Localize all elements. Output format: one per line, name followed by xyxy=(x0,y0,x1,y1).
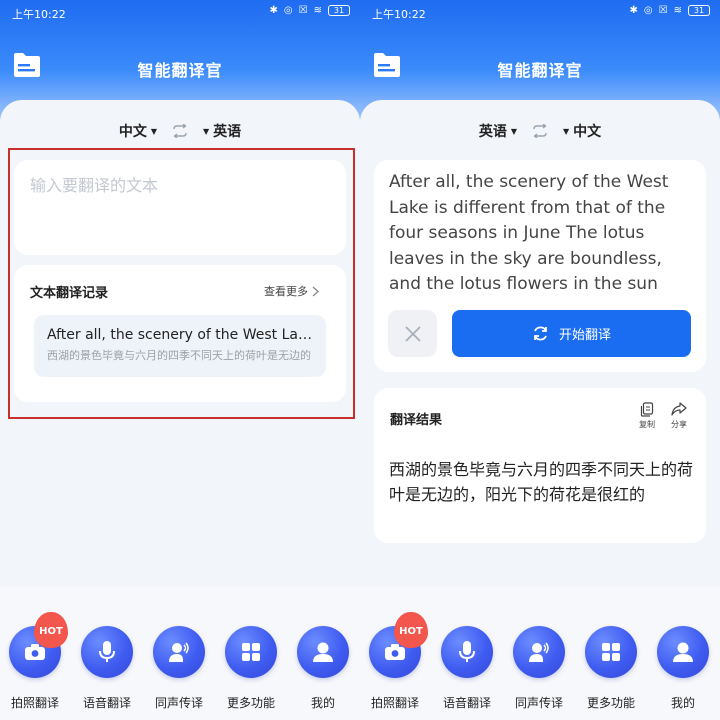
nav-label: 拍照翻译 xyxy=(10,696,59,710)
hot-badge-label: HOT xyxy=(399,626,423,637)
nav-profile[interactable]: 我的 xyxy=(654,626,712,711)
status-icons: ✱ ◎ ☒ ≋ 31 xyxy=(630,5,710,16)
refresh-icon xyxy=(534,326,547,341)
target-language-label: 中文 xyxy=(573,124,602,140)
nav-label: 同声传译 xyxy=(154,696,203,710)
speaker-person-icon xyxy=(153,626,205,678)
nav-voice-translate[interactable]: 语音翻译 xyxy=(78,626,136,711)
close-icon xyxy=(404,325,421,342)
clear-button[interactable] xyxy=(388,310,437,357)
share-icon xyxy=(671,402,687,416)
source-language-select[interactable]: 中文 ▼ xyxy=(119,121,157,141)
nav-label: 我的 xyxy=(670,696,695,710)
nav-voice-translate[interactable]: 语音翻译 xyxy=(438,626,496,711)
result-title: 翻译结果 xyxy=(390,413,443,428)
bluetooth-icon: ✱ xyxy=(629,5,638,16)
target-language-label: 英语 xyxy=(213,124,242,140)
microphone-icon xyxy=(441,626,493,678)
source-language-select[interactable]: 英语 ▼ xyxy=(479,121,517,141)
microphone-icon xyxy=(81,626,133,678)
status-time: 上午10:22 xyxy=(12,8,66,21)
vibrate-icon: ◎ xyxy=(283,5,293,16)
status-icons: ✱ ◎ ☒ ≋ 31 xyxy=(270,5,350,16)
swap-languages-icon[interactable] xyxy=(531,124,549,138)
chevron-down-icon: ▼ xyxy=(150,126,157,136)
hot-badge-label: HOT xyxy=(39,626,63,637)
share-label: 分享 xyxy=(671,420,687,429)
battery-icon: 31 xyxy=(328,5,350,16)
nav-label: 语音翻译 xyxy=(442,696,491,710)
highlight-frame xyxy=(8,148,355,419)
nav-simultaneous-interpret[interactable]: 同声传译 xyxy=(510,626,568,711)
wifi-icon: ≋ xyxy=(313,5,322,16)
chevron-down-icon: ▼ xyxy=(203,126,210,136)
target-language-select[interactable]: ▼ 英语 xyxy=(203,121,241,141)
nav-more-features[interactable]: 更多功能 xyxy=(222,626,280,711)
sim-icon: ☒ xyxy=(298,5,308,16)
start-translate-label: 开始翻译 xyxy=(558,328,611,343)
copy-button[interactable]: 复制 xyxy=(633,402,661,430)
share-button[interactable]: 分享 xyxy=(665,402,693,430)
language-bar: 中文 ▼ ▼ 英语 xyxy=(0,120,360,142)
hot-badge: HOT xyxy=(34,612,68,648)
app-bar: 智能翻译官 xyxy=(0,44,360,90)
battery-icon: 31 xyxy=(688,5,710,16)
source-language-label: 中文 xyxy=(118,124,147,140)
target-language-select[interactable]: ▼ 中文 xyxy=(563,121,601,141)
nav-more-features[interactable]: 更多功能 xyxy=(582,626,640,711)
status-bar: 上午10:22 ✱ ◎ ☒ ≋ 31 xyxy=(360,0,720,26)
swap-languages-icon[interactable] xyxy=(171,124,189,138)
nav-profile[interactable]: 我的 xyxy=(294,626,352,711)
sim-icon: ☒ xyxy=(658,5,668,16)
status-time: 上午10:22 xyxy=(372,8,426,21)
app-bar: 智能翻译官 xyxy=(360,44,720,90)
nav-label: 拍照翻译 xyxy=(370,696,419,710)
nav-label: 我的 xyxy=(310,696,335,710)
bluetooth-icon: ✱ xyxy=(269,5,278,16)
nav-simultaneous-interpret[interactable]: 同声传译 xyxy=(150,626,208,711)
app-title: 智能翻译官 xyxy=(497,61,583,80)
chevron-down-icon: ▼ xyxy=(563,126,570,136)
vibrate-icon: ◎ xyxy=(643,5,653,16)
nav-label: 更多功能 xyxy=(586,696,635,710)
grid-icon xyxy=(585,626,637,678)
start-translate-button[interactable]: 开始翻译 xyxy=(452,310,691,357)
chevron-down-icon: ▼ xyxy=(510,126,517,136)
app-title: 智能翻译官 xyxy=(137,61,223,80)
grid-icon xyxy=(225,626,277,678)
user-icon xyxy=(657,626,709,678)
nav-label: 同声传译 xyxy=(514,696,563,710)
source-text[interactable]: After all, the scenery of the West Lake … xyxy=(389,170,699,298)
hot-badge: HOT xyxy=(394,612,428,648)
source-language-label: 英语 xyxy=(478,124,507,140)
copy-label: 复制 xyxy=(639,420,655,429)
speaker-person-icon xyxy=(513,626,565,678)
wifi-icon: ≋ xyxy=(673,5,682,16)
result-text[interactable]: 西湖的景色毕竟与六月的四季不同天上的荷叶是无边的，阳光下的荷花是很红的 xyxy=(389,457,699,507)
copy-icon xyxy=(640,402,654,417)
status-bar: 上午10:22 ✱ ◎ ☒ ≋ 31 xyxy=(0,0,360,26)
nav-label: 语音翻译 xyxy=(82,696,131,710)
nav-label: 更多功能 xyxy=(226,696,275,710)
language-bar: 英语 ▼ ▼ 中文 xyxy=(360,120,720,142)
user-icon xyxy=(297,626,349,678)
